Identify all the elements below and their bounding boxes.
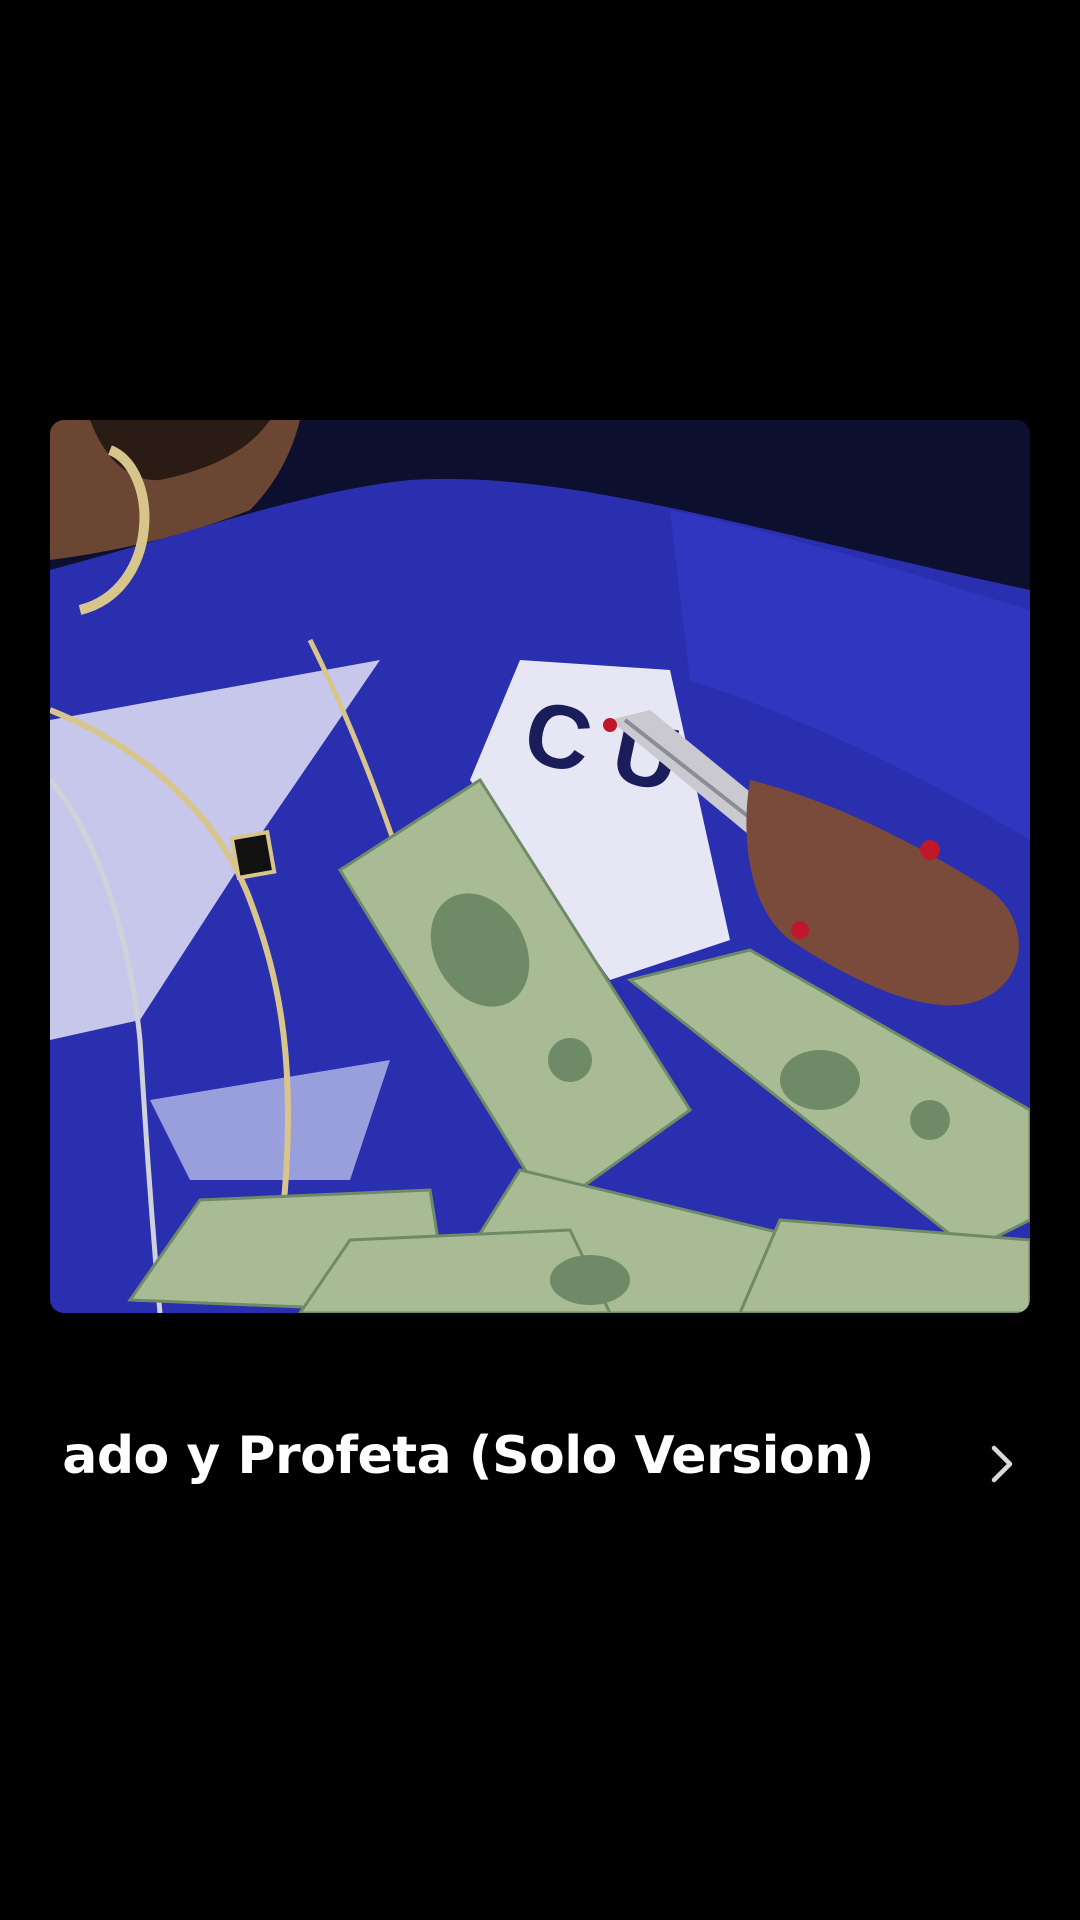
now-playing-screen: C U ado y Profeta (Solo Version) [0,0,1080,1920]
album-artwork[interactable]: C U [50,420,1030,1313]
track-title-row[interactable]: ado y Profeta (Solo Version) [0,1400,1080,1500]
album-artwork-image: C U [50,420,1030,1313]
track-title: ado y Profeta (Solo Version) [62,1426,874,1486]
track-title-marquee: ado y Profeta (Solo Version) [50,1400,950,1500]
chevron-right-icon[interactable] [982,1438,1022,1490]
